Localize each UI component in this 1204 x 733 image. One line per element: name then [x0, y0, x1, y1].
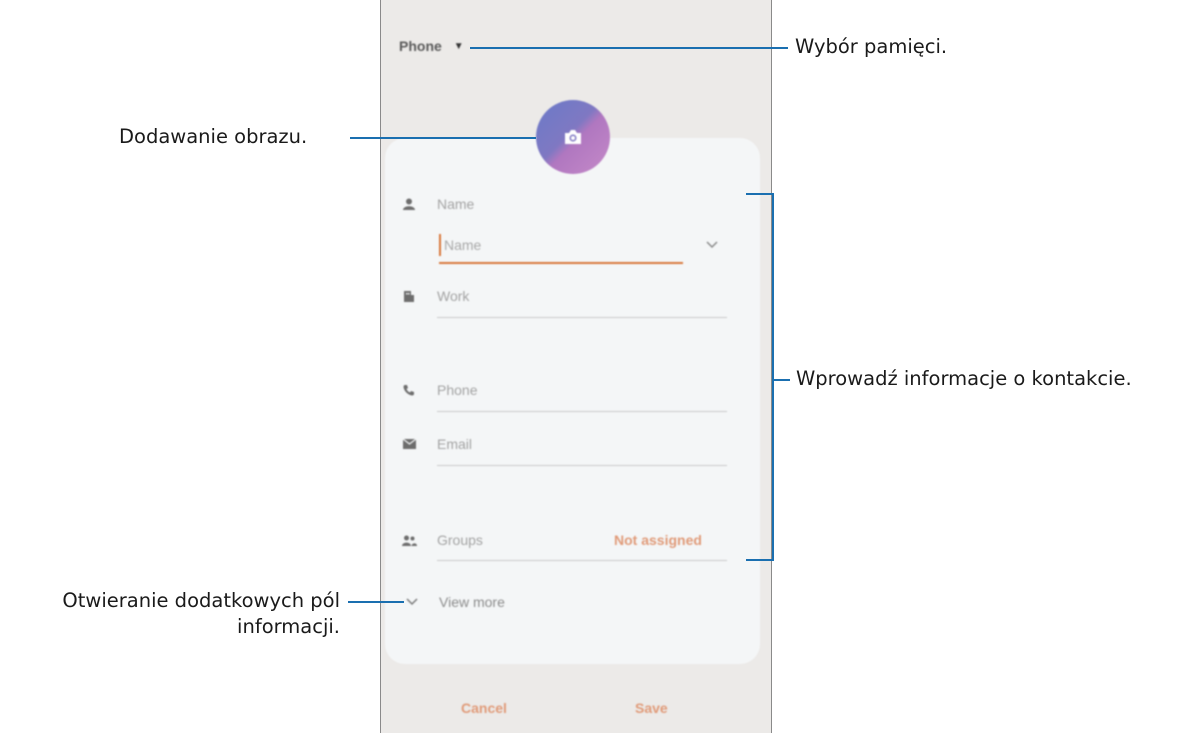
name-input[interactable]: Name [439, 234, 481, 256]
contact-callout-line [774, 379, 790, 381]
view-more-label: View more [439, 594, 505, 610]
caret-down-icon: ▼ [453, 40, 464, 52]
storage-selector[interactable]: Phone ▼ [399, 38, 464, 54]
email-icon [401, 436, 417, 452]
cancel-button[interactable]: Cancel [461, 700, 507, 716]
manual-illustration: Phone ▼ Name Name Work Phone Email Group… [0, 0, 1204, 733]
building-icon [401, 288, 417, 304]
groups-underline [437, 560, 727, 561]
email-underline [437, 465, 727, 466]
chevron-down-icon [406, 598, 418, 606]
name-input-placeholder: Name [444, 237, 482, 253]
name-input-underline [439, 262, 683, 264]
image-callout: Dodawanie obrazu. [119, 125, 308, 148]
more-fields-callout: Otwieranie dodatkowych pól informacji. [8, 588, 340, 640]
view-more-button[interactable]: View more [405, 594, 505, 610]
storage-callout-line [470, 47, 788, 49]
save-button[interactable]: Save [635, 700, 668, 716]
contact-bracket-bottom [746, 559, 774, 561]
image-callout-line [350, 137, 536, 139]
group-icon [401, 532, 417, 548]
name-section-header: Name [401, 196, 474, 212]
more-fields-callout-line [348, 601, 404, 603]
contact-bracket-vertical [772, 193, 774, 561]
contact-form-card [385, 138, 760, 664]
camera-icon [565, 130, 581, 144]
name-section-label: Name [437, 196, 475, 212]
contact-callout: Wprowadź informacje o kontakcie. [796, 367, 1132, 390]
groups-value[interactable]: Not assigned [614, 532, 702, 548]
storage-callout: Wybór pamięci. [795, 35, 948, 58]
email-label: Email [437, 436, 473, 452]
work-label: Work [437, 288, 470, 304]
phone-underline [437, 411, 727, 412]
more-fields-callout-line1: Otwieranie dodatkowych pól [62, 589, 340, 612]
phone-label: Phone [437, 382, 478, 398]
phone-icon [401, 382, 417, 398]
storage-selector-label: Phone [399, 38, 442, 54]
work-underline [437, 317, 727, 318]
create-contact-screen: Phone ▼ Name Name Work Phone Email Group… [380, 0, 772, 733]
groups-field[interactable]: Groups [401, 532, 483, 548]
work-field[interactable]: Work [401, 288, 469, 304]
person-icon [401, 196, 417, 212]
more-fields-callout-line2: informacji. [237, 615, 340, 638]
groups-label: Groups [437, 532, 483, 548]
phone-field[interactable]: Phone [401, 382, 477, 398]
contact-bracket-top [746, 193, 774, 195]
email-field[interactable]: Email [401, 436, 472, 452]
chevron-down-icon[interactable] [705, 240, 719, 250]
add-image-button[interactable] [536, 100, 610, 174]
